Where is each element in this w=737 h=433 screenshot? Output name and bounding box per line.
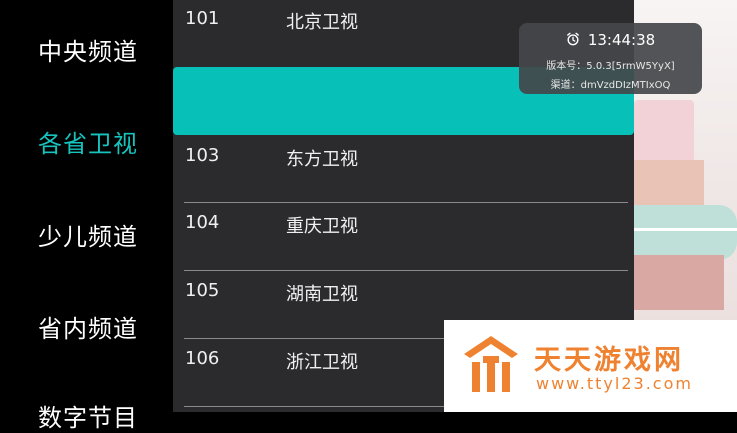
category-menu: 中央频道 各省卫视 少儿频道 省内频道 数字节目 (0, 0, 173, 432)
channel-number: 106 (185, 348, 220, 369)
category-item-local[interactable]: 省内频道 (38, 309, 138, 344)
info-overlay: 13:44:38 版本号：5.0.3[5rmW5YyX] 渠道：dmVzdDIz… (519, 23, 702, 94)
channel-number: 103 (185, 145, 220, 166)
channel-number: 105 (185, 280, 220, 301)
site-logo-icon (464, 336, 518, 392)
preview-shape (634, 228, 737, 231)
category-item-digital[interactable]: 数字节目 (38, 398, 138, 433)
category-item-cctv[interactable]: 中央频道 (38, 32, 138, 67)
category-item-provincial-satellite[interactable]: 各省卫视 (38, 124, 138, 159)
channel-row[interactable]: 104 重庆卫视 (173, 203, 634, 271)
channel-name: 湖南卫视 (286, 284, 358, 305)
preview-shape (634, 100, 694, 162)
channel-number: 101 (185, 8, 220, 29)
watermark: 天天游戏网 www.ttyl23.com (444, 320, 737, 412)
watermark-title: 天天游戏网 (534, 345, 684, 376)
clock-row: 13:44:38 (519, 31, 702, 49)
version-text: 版本号：5.0.3[5rmW5YyX] (546, 61, 675, 72)
channel-number: 104 (185, 212, 220, 233)
channel-row[interactable]: 103 东方卫视 (173, 135, 634, 203)
channel-name: 北京卫视 (286, 12, 358, 33)
category-item-kids[interactable]: 少儿频道 (38, 217, 138, 252)
clock-time: 13:44:38 (587, 31, 656, 49)
alarm-clock-icon (566, 32, 579, 46)
preview-shape (634, 205, 737, 260)
channel-name: 重庆卫视 (286, 216, 358, 237)
preview-shape (634, 255, 724, 310)
watermark-url: www.ttyl23.com (536, 374, 693, 393)
channel-name: 浙江卫视 (286, 352, 358, 373)
preview-shape (634, 160, 704, 210)
channel-name: 东方卫视 (286, 149, 358, 170)
channel-source-text: 渠道：dmVzdDIzMTIxOQ (550, 80, 671, 91)
